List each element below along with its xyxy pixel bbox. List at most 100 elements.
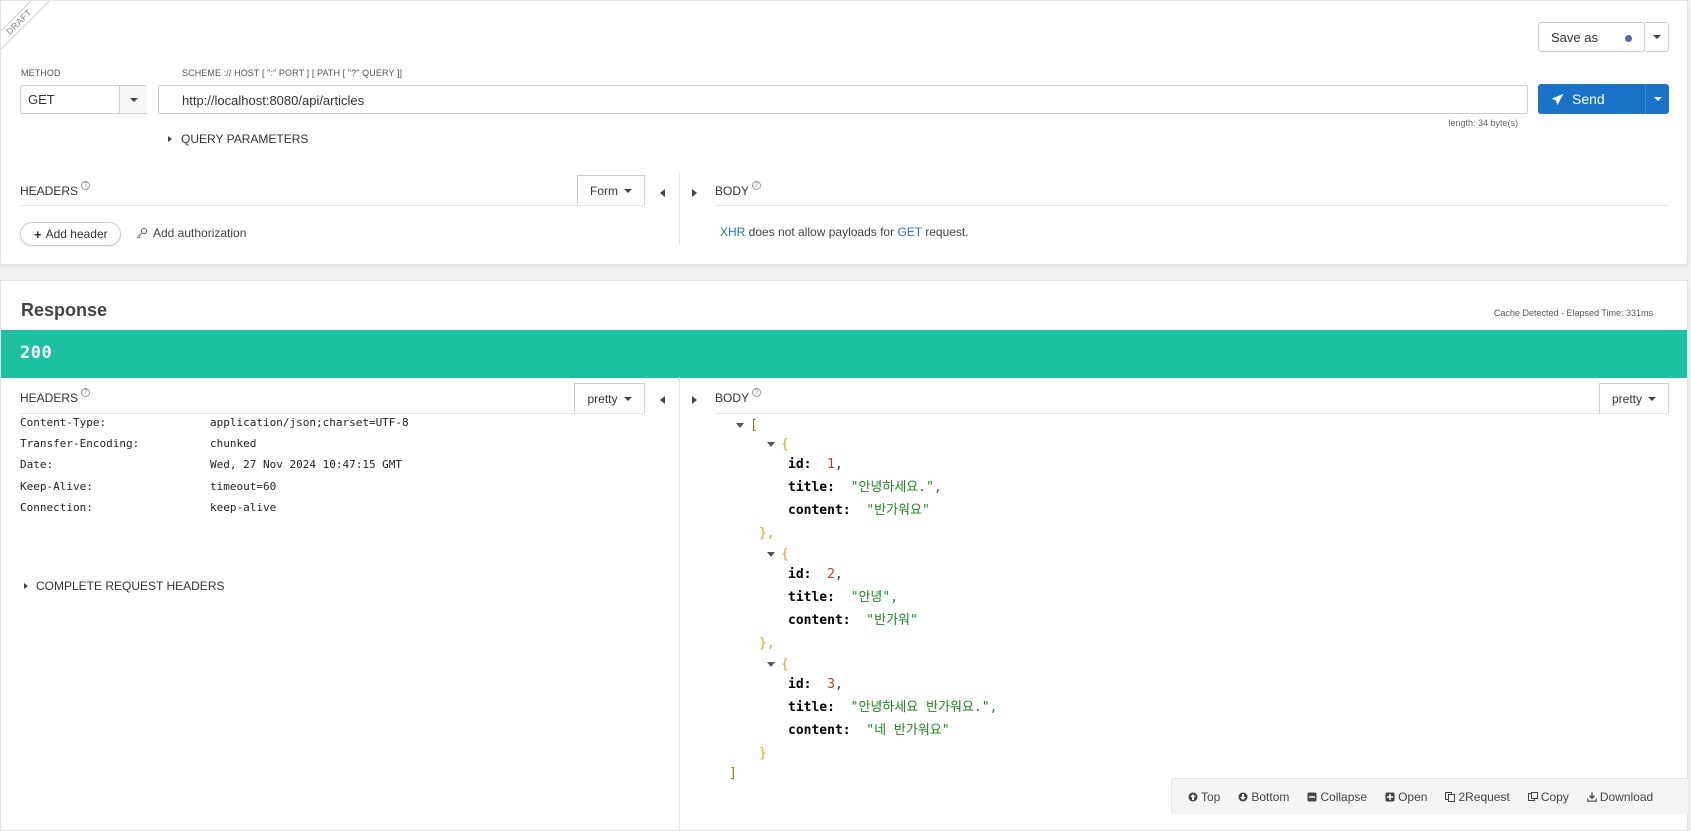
copy-to-request-icon [1445,791,1456,802]
add-authorization-label: Add authorization [153,226,247,240]
json-open-brace: { [781,657,789,672]
json-number: 1 [827,457,835,472]
arrow-up-circle-icon [1188,792,1198,801]
query-parameters-toggle[interactable]: QUERY PARAMETERS [168,132,308,146]
response-collapse-left-button[interactable] [660,391,665,409]
request-headers-mode-select[interactable]: Form [577,175,645,206]
expand-toggle-icon[interactable] [767,552,775,557]
json-string: "네 반가워요" [866,723,950,738]
json-line: content: "반가워요" [788,500,930,522]
response-headers-mode-select[interactable]: pretty [574,383,645,414]
minus-square-icon [1307,792,1317,801]
open-label: Open [1398,789,1428,804]
json-line: content: "네 반가워요" [788,720,950,742]
get-method-link[interactable]: GET [897,225,921,239]
chevron-right-icon [24,583,28,589]
cache-info: Cache Detected - Elapsed Time: 331ms [1493,308,1653,318]
add-authorization-button[interactable]: Add authorization [136,226,246,240]
header-value: Wed, 27 Nov 2024 10:47:15 GMT [210,458,403,471]
save-as-dropdown-button[interactable] [1644,22,1669,52]
header-value: application/json;charset=UTF-8 [210,416,409,429]
json-number: 2 [827,567,835,582]
request-split-divider [679,173,680,245]
json-open-brace: { [781,437,789,452]
json-close-brace: }, [759,636,775,651]
json-key: title: [788,590,835,605]
chevron-down-icon [1652,35,1661,39]
expand-toggle-icon[interactable] [767,662,775,667]
response-body-mode-select[interactable]: pretty [1599,383,1669,414]
expand-toggle-icon[interactable] [767,442,775,447]
json-object-open: { [767,434,789,456]
method-label: METHOD [21,68,61,78]
json-key: title: [788,480,835,495]
chevron-down-icon [129,97,138,102]
add-header-label: Add header [45,227,108,241]
request-body-message: XHR does not allow payloads for GET requ… [720,225,969,239]
json-string: "반가워" [866,613,918,628]
download-button[interactable]: Download [1587,790,1653,804]
json-object-open: { [767,544,789,566]
send-dropdown-button[interactable] [1645,84,1669,114]
response-collapse-right-button[interactable] [692,391,697,409]
json-object-close: }, [759,523,775,545]
collapse-left-button[interactable] [660,184,665,202]
response-body-text: BODY [715,391,750,405]
json-line: title: "안녕하세요 반가워요.", [788,697,997,719]
bottom-button[interactable]: Bottom [1238,790,1289,804]
json-close-bracket: ] [729,766,737,781]
json-number: 3 [827,677,835,692]
xhr-link[interactable]: XHR [720,225,745,239]
to-request-button[interactable]: 2Request [1445,790,1510,804]
collapse-right-button[interactable] [692,184,697,202]
body-message-end: request. [921,225,969,239]
body-message-middle: does not allow payloads for [745,225,898,239]
request-headers-divider [20,205,645,206]
json-key: content: [788,503,851,518]
add-header-button[interactable]: + Add header [20,222,121,246]
json-line: id: 2, [788,567,843,582]
chevron-down-icon [1653,97,1662,101]
chevron-down-icon [624,189,632,193]
paper-plane-icon [1551,93,1564,105]
header-key: Keep-Alive: [20,480,93,493]
copy-button[interactable]: Copy [1527,790,1569,804]
method-dropdown-toggle[interactable] [119,86,147,113]
collapse-button[interactable]: Collapse [1307,790,1367,804]
chevron-down-icon [1648,397,1656,401]
plus-square-icon [1385,792,1395,801]
header-value: keep-alive [210,501,277,514]
status-code: 200 [20,343,53,363]
caret-left-icon [660,189,665,197]
save-as-button[interactable]: Save as [1538,22,1645,52]
top-label: Top [1201,789,1221,804]
bottom-label: Bottom [1251,789,1290,804]
json-line: id: 1, [788,457,843,472]
complete-request-headers-toggle[interactable]: COMPLETE REQUEST HEADERS [24,579,224,593]
json-array-close: ] [729,763,737,785]
json-open-brace: { [781,547,789,562]
response-panel: Response Cache Detected - Elapsed Time: … [0,280,1688,831]
arrow-down-circle-icon [1238,792,1248,801]
json-key: id: [788,457,812,472]
send-button[interactable]: Send [1538,84,1645,114]
open-button[interactable]: Open [1385,790,1427,804]
json-key: id: [788,567,812,582]
response-headers-mode-value: pretty [587,392,618,406]
top-button[interactable]: Top [1188,790,1220,804]
response-title: Response [21,300,108,320]
send-label: Send [1572,91,1605,107]
json-close-brace: } [759,746,767,761]
expand-toggle-icon[interactable] [736,423,744,428]
method-select[interactable]: GET [20,85,147,114]
header-key: Content-Type: [20,416,107,429]
json-string: "안녕하세요 반가워요.", [850,700,998,715]
response-body-mode-value: pretty [1611,392,1642,406]
url-format-label: SCHEME :// HOST [ ":" PORT ] [ PATH [ "?… [182,68,403,78]
draft-ribbon: DRAFT [1,1,71,71]
url-input[interactable]: http://localhost:8080/api/articles [158,85,1528,114]
json-line: content: "반가워" [788,610,918,632]
request-headers-label: HEADERS? [20,181,91,198]
chevron-right-icon [168,136,172,142]
download-label: Download [1599,789,1654,804]
